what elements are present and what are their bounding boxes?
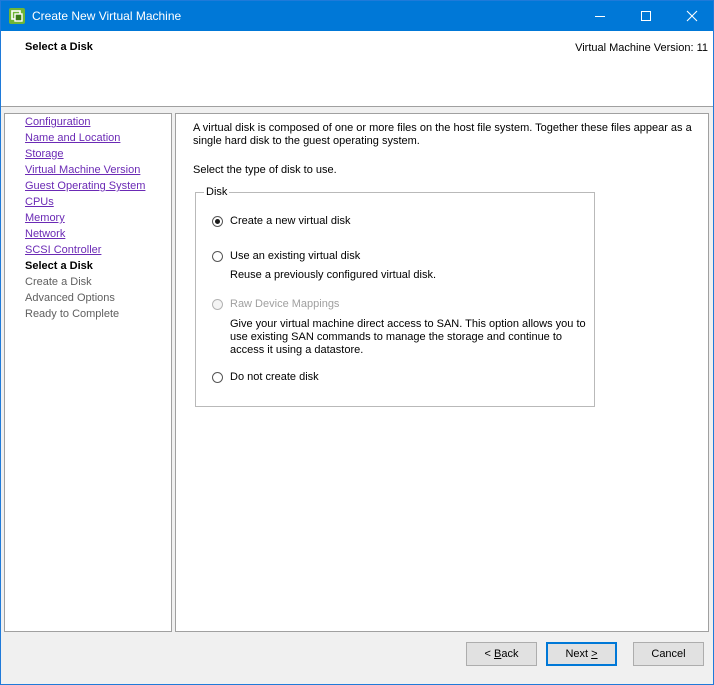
nav-item-configuration[interactable]: Configuration xyxy=(25,116,90,128)
raw-device-mappings-radio xyxy=(212,299,223,310)
content-panel: A virtual disk is composed of one or mor… xyxy=(175,113,709,632)
nav-item-storage[interactable]: Storage xyxy=(25,148,64,160)
use-existing-disk-description: Reuse a previously configured virtual di… xyxy=(230,269,437,281)
nav-item-vm-version[interactable]: Virtual Machine Version xyxy=(25,164,140,176)
minimize-icon xyxy=(595,16,605,17)
create-new-disk-radio[interactable] xyxy=(212,216,223,227)
nav-item-create-a-disk: Create a Disk xyxy=(25,276,92,288)
nav-item-cpus[interactable]: CPUs xyxy=(25,196,54,208)
next-button[interactable]: Next > xyxy=(546,642,617,666)
nav-item-scsi-controller[interactable]: SCSI Controller xyxy=(25,244,101,256)
maximize-button[interactable] xyxy=(623,1,669,31)
nav-item-name-and-location[interactable]: Name and Location xyxy=(25,132,120,144)
nav-item-guest-os[interactable]: Guest Operating System xyxy=(25,180,145,192)
title-bar[interactable]: Create New Virtual Machine xyxy=(1,1,713,31)
back-button-prefix: < xyxy=(484,648,494,660)
nav-item-network[interactable]: Network xyxy=(25,228,65,240)
do-not-create-disk-radio[interactable] xyxy=(212,372,223,383)
nav-item-memory[interactable]: Memory xyxy=(25,212,65,224)
raw-device-mappings-description: Give your virtual machine direct access … xyxy=(230,318,586,356)
cancel-button[interactable]: Cancel xyxy=(633,642,704,666)
vsphere-app-icon xyxy=(9,8,25,24)
wizard-steps-nav: Configuration Name and Location Storage … xyxy=(4,113,172,632)
disk-group-box: Disk Create a new virtual disk Use an ex… xyxy=(195,186,595,407)
nav-item-ready-to-complete: Ready to Complete xyxy=(25,308,120,320)
maximize-icon xyxy=(641,11,651,21)
raw-device-mappings-label: Raw Device Mappings xyxy=(230,298,340,310)
do-not-create-disk-label[interactable]: Do not create disk xyxy=(230,371,319,383)
wizard-header: Select a Disk Virtual Machine Version: 1… xyxy=(1,31,713,107)
disk-description: A virtual disk is composed of one or mor… xyxy=(193,122,692,147)
nav-item-select-a-disk: Select a Disk xyxy=(25,260,93,272)
nav-item-advanced-options: Advanced Options xyxy=(25,292,115,304)
disk-type-prompt: Select the type of disk to use. xyxy=(193,164,337,176)
back-button[interactable]: < Back xyxy=(466,642,537,666)
page-title: Select a Disk xyxy=(25,41,93,53)
vm-version-label: Virtual Machine Version: 11 xyxy=(575,42,708,54)
close-icon xyxy=(686,10,698,22)
next-button-mnemonic: > xyxy=(591,648,598,660)
use-existing-disk-radio[interactable] xyxy=(212,251,223,262)
window-title: Create New Virtual Machine xyxy=(32,9,182,23)
create-vm-dialog: Create New Virtual Machine Select a Disk… xyxy=(0,0,714,685)
close-button[interactable] xyxy=(669,1,714,31)
minimize-button[interactable] xyxy=(577,1,623,31)
use-existing-disk-label[interactable]: Use an existing virtual disk xyxy=(230,250,360,262)
create-new-disk-label[interactable]: Create a new virtual disk xyxy=(230,215,350,227)
disk-group-label: Disk xyxy=(204,186,230,198)
next-button-label: Next xyxy=(565,648,592,660)
back-button-label: ack xyxy=(501,648,519,660)
